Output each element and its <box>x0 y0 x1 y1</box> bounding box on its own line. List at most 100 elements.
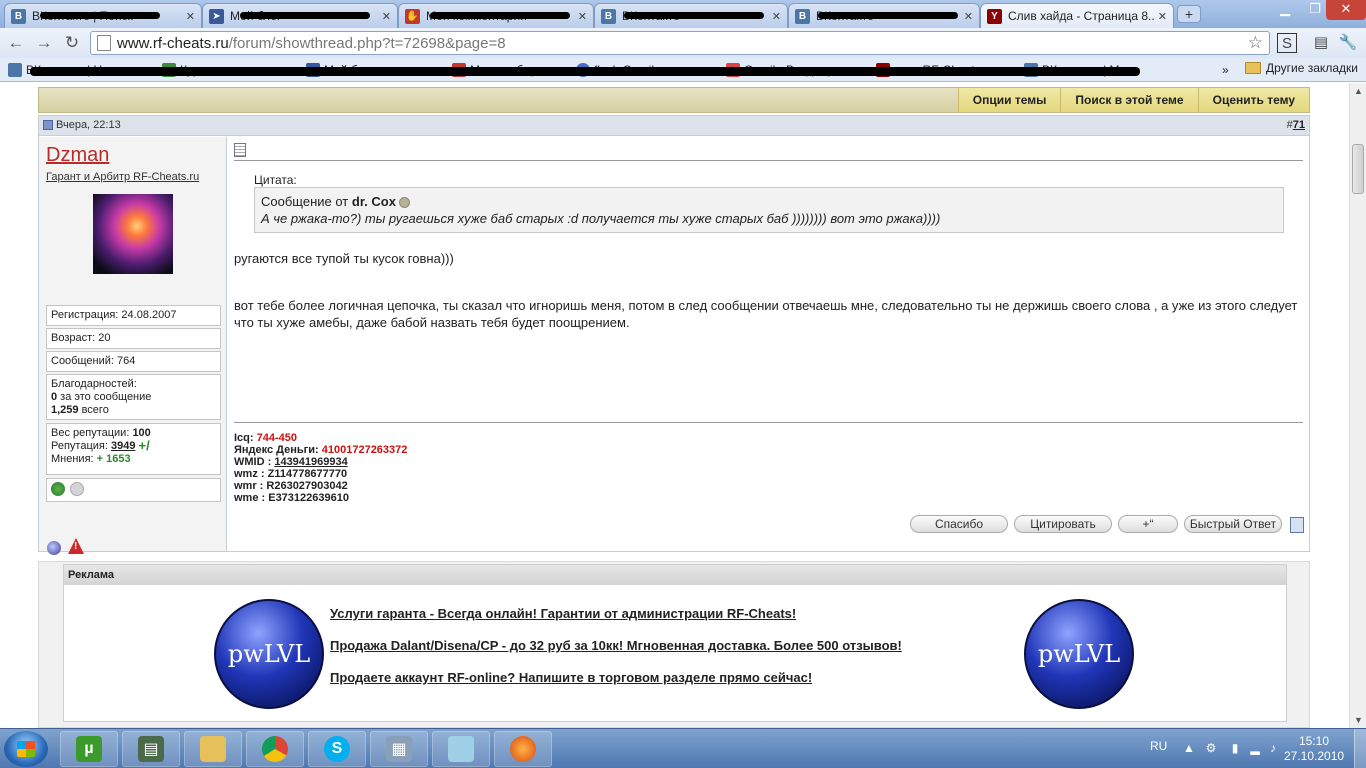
redaction-mark <box>624 12 764 19</box>
notepad-icon <box>448 736 474 762</box>
thanks-button[interactable]: Спасибо <box>910 515 1008 533</box>
divider <box>234 160 1303 161</box>
redaction-mark <box>240 12 370 19</box>
close-icon[interactable]: ✕ <box>578 10 587 23</box>
user-age: Возраст: 20 <box>46 328 221 349</box>
scroll-thumb[interactable] <box>1352 144 1364 194</box>
pwlvl-logo[interactable]: pwLVL <box>1024 599 1134 709</box>
star-icon[interactable]: ☆ <box>1248 33 1263 53</box>
page-viewport: Опции темы Поиск в этой теме Оценить тем… <box>0 83 1349 728</box>
clover-award-icon[interactable] <box>51 482 65 496</box>
signal-icon[interactable]: ▂ <box>1248 741 1262 755</box>
quote-label: Цитата: <box>254 173 297 187</box>
ad-link-guarantee[interactable]: Услуги гаранта - Всегда онлайн! Гарантии… <box>330 606 796 621</box>
offline-status-icon <box>47 541 61 555</box>
quick-reply-button[interactable]: Быстрый Ответ <box>1184 515 1282 533</box>
taskbar-calculator[interactable]: ▦ <box>370 731 428 767</box>
show-desktop-button[interactable] <box>1354 729 1366 768</box>
vk-icon <box>8 63 22 77</box>
address-bar[interactable]: www.rf-cheats.ru /forum/showthread.php?t… <box>90 31 1270 55</box>
post-header: Вчера, 22:13 #71 <box>39 116 1309 136</box>
multi-quote-icon[interactable] <box>1290 517 1304 533</box>
rf-cheats-icon: Y <box>987 8 1002 24</box>
close-icon[interactable]: ✕ <box>964 10 973 23</box>
reputation-plus-minus-icon[interactable]: +/ <box>139 439 155 452</box>
redaction-mark <box>818 12 958 19</box>
forum-post: Вчера, 22:13 #71 Dzman Гарант и Арбитр R… <box>38 115 1310 555</box>
tray-expand-icon[interactable]: ▲ <box>1182 741 1196 755</box>
post-content: Цитата: Сообщение от dr. Cox А че ржака-… <box>228 137 1309 551</box>
reload-button[interactable]: ↻ <box>60 32 84 54</box>
post-count: Сообщений: 764 <box>46 351 221 372</box>
taskbar-chrome[interactable] <box>246 731 304 767</box>
page-menu-icon[interactable]: ▤ <box>1311 33 1331 53</box>
hand-icon: ✋ <box>405 8 420 24</box>
page-scrollbar[interactable]: ▲ ▼ <box>1349 83 1366 728</box>
vk-icon: B <box>795 8 810 24</box>
network-icon[interactable]: ⚙ <box>1204 741 1218 755</box>
thread-options-button[interactable]: Опции темы <box>957 88 1061 112</box>
close-icon[interactable]: ✕ <box>382 10 391 23</box>
chrome-icon <box>262 736 288 762</box>
quote-text: А че ржака-то?) ты ругаешься хуже баб ст… <box>261 211 941 226</box>
scroll-down-icon[interactable]: ▼ <box>1353 715 1364 725</box>
forward-button[interactable]: → <box>32 32 56 54</box>
quote-button[interactable]: Цитировать <box>1014 515 1112 533</box>
multiquote-button[interactable]: +“ <box>1118 515 1178 533</box>
avatar[interactable] <box>93 194 173 274</box>
user-info-panel: Dzman Гарант и Арбитр RF-Cheats.ru Регис… <box>39 137 227 555</box>
tab-active[interactable]: Y Слив хайда - Страница 8... ✕ <box>980 3 1174 28</box>
folder-icon <box>200 736 226 762</box>
other-bookmarks[interactable]: Другие закладки <box>1245 61 1358 75</box>
scroll-up-icon[interactable]: ▲ <box>1353 86 1364 96</box>
minimize-icon[interactable]: ▁ <box>1270 0 1300 20</box>
back-button[interactable]: ← <box>4 32 28 54</box>
post-actions: Спасибо Цитировать +“ Быстрый Ответ <box>910 515 1282 533</box>
document-icon <box>234 143 246 157</box>
monitor-icon: ▤ <box>138 736 164 762</box>
start-button[interactable] <box>4 731 48 767</box>
folder-icon <box>1245 62 1261 74</box>
reputation-link[interactable]: 3949 <box>111 440 135 452</box>
taskbar-firefox[interactable] <box>494 731 552 767</box>
taskbar-skype[interactable]: S <box>308 731 366 767</box>
quote-author: dr. Cox <box>351 194 396 209</box>
taskbar-explorer[interactable] <box>184 731 242 767</box>
volume-icon[interactable]: ♪ <box>1266 741 1280 755</box>
skype-icon: S <box>324 736 350 762</box>
window-close-icon[interactable]: ✕ <box>1326 0 1366 20</box>
ad-link-dalant[interactable]: Продажа Dalant/Disena/CP - до 32 руб за … <box>330 638 902 653</box>
award-icon[interactable] <box>70 482 84 496</box>
wmid-link[interactable]: 143941969934 <box>274 456 347 468</box>
new-tab-button[interactable]: + <box>1177 5 1201 23</box>
system-clock[interactable]: 15:10 27.10.2010 <box>1284 734 1344 764</box>
taskbar-utorrent[interactable]: µ <box>60 731 118 767</box>
search-thread-button[interactable]: Поиск в этой теме <box>1060 88 1198 112</box>
taskbar-taskmanager[interactable]: ▤ <box>122 731 180 767</box>
report-warning-icon[interactable] <box>68 538 84 554</box>
user-title[interactable]: Гарант и Арбитр RF-Cheats.ru <box>46 171 199 183</box>
url-host: www.rf-cheats.ru <box>117 34 229 52</box>
close-icon[interactable]: ✕ <box>772 10 781 23</box>
bookmarks-overflow[interactable]: » <box>1222 61 1229 79</box>
rate-thread-button[interactable]: Оценить тему <box>1197 88 1309 112</box>
close-icon[interactable]: ✕ <box>1158 10 1167 23</box>
close-icon[interactable]: ✕ <box>186 10 195 23</box>
awards-box <box>46 478 221 502</box>
post-icon <box>43 120 53 130</box>
view-post-icon[interactable] <box>398 197 410 209</box>
signature: Icq: 744-450 Яндекс Деньги: 410017272633… <box>234 432 408 504</box>
wrench-icon[interactable]: 🔧 <box>1338 33 1358 53</box>
utorrent-icon: µ <box>76 736 102 762</box>
language-indicator[interactable]: RU <box>1150 739 1167 753</box>
post-number-link[interactable]: 71 <box>1293 119 1305 131</box>
ad-link-account[interactable]: Продаете аккаунт RF-online? Напишите в т… <box>330 670 812 685</box>
username-link[interactable]: Dzman <box>46 144 109 167</box>
tray-app-icon[interactable]: ▮ <box>1228 741 1242 755</box>
taskbar-notepad[interactable] <box>432 731 490 767</box>
pwlvl-logo[interactable]: pwLVL <box>214 599 324 709</box>
message-text: ругаются все тупой ты кусок говна))) <box>234 251 454 266</box>
signature-divider <box>234 422 1303 423</box>
redaction-mark <box>30 67 1140 76</box>
extension-icon[interactable]: S <box>1277 33 1297 53</box>
